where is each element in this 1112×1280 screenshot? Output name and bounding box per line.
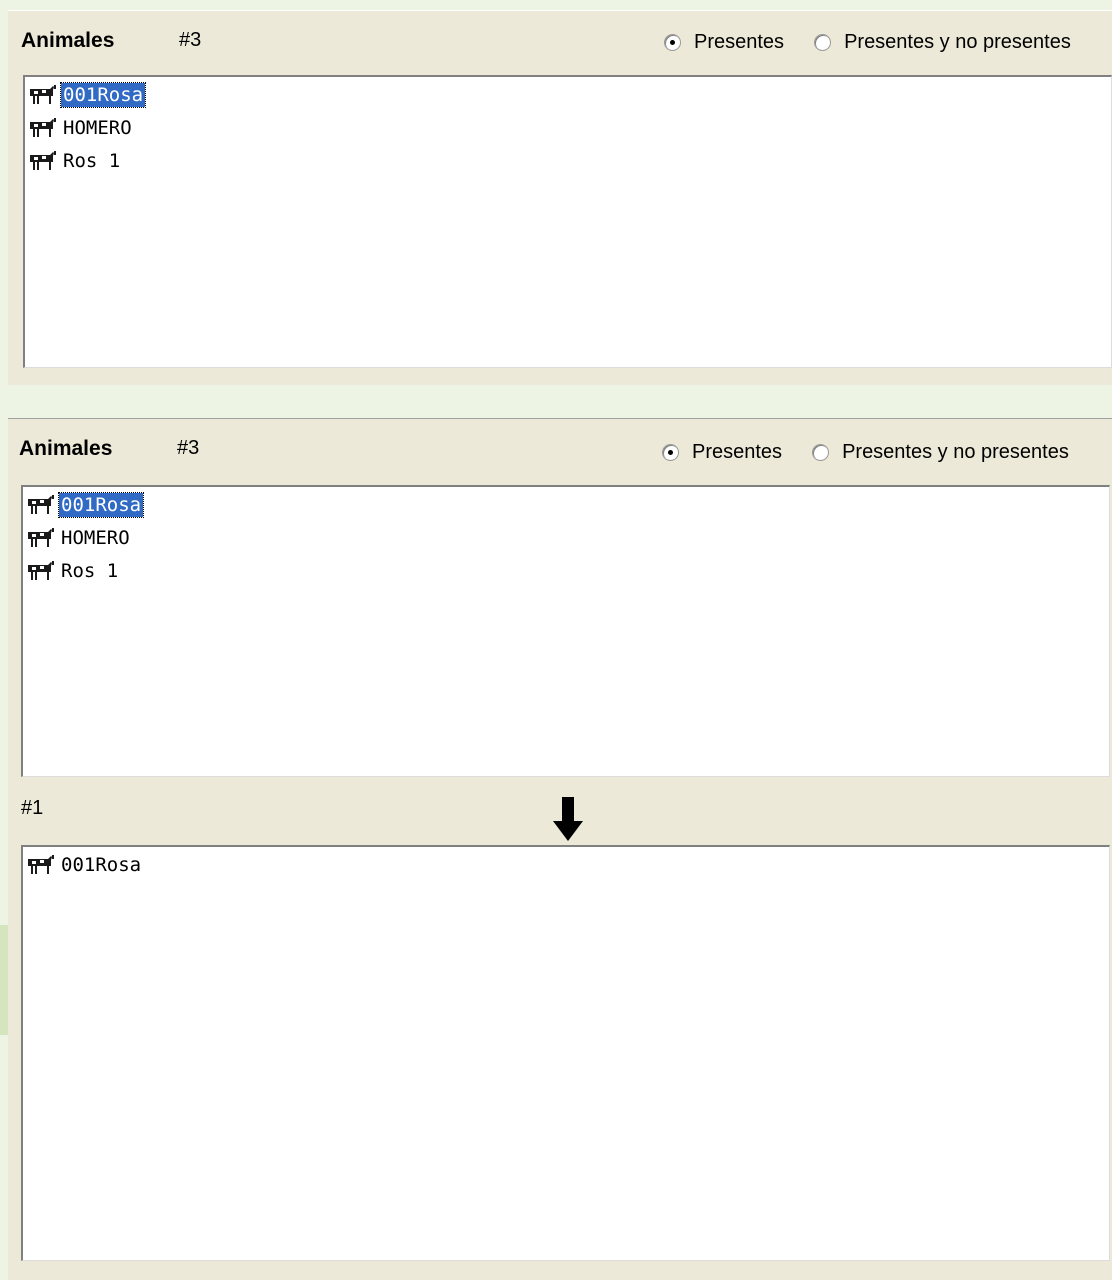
animals-panel-bottom: Animales #3 Presentes Presentes y no pre… bbox=[8, 418, 1112, 1280]
list-item-label: HOMERO bbox=[63, 117, 132, 139]
arrow-down-icon[interactable] bbox=[551, 797, 585, 843]
list-item[interactable]: 001Rosa bbox=[25, 851, 143, 879]
panel-title: Animales bbox=[21, 29, 115, 52]
cow-icon bbox=[30, 118, 56, 137]
animal-count: #3 bbox=[177, 437, 200, 459]
list-item-label: 001Rosa bbox=[57, 492, 145, 518]
radio-presentes-y-no-presentes-label[interactable]: Presentes y no presentes bbox=[842, 441, 1069, 464]
list-item-label: Ros 1 bbox=[61, 560, 119, 582]
presence-filter: Presentes Presentes y no presentes bbox=[664, 31, 1071, 54]
presence-filter: Presentes Presentes y no presentes bbox=[662, 441, 1069, 464]
list-item-label: HOMERO bbox=[61, 527, 130, 549]
list-item[interactable]: Ros 1 bbox=[27, 147, 122, 175]
animals-panel-top: Animales #3 Presentes Presentes y no pre… bbox=[8, 10, 1112, 385]
radio-presentes-y-no-presentes[interactable] bbox=[814, 34, 832, 51]
panel-title: Animales bbox=[19, 437, 113, 460]
animal-count: #3 bbox=[179, 29, 202, 51]
cow-icon bbox=[30, 151, 56, 170]
radio-presentes-label[interactable]: Presentes bbox=[692, 441, 782, 464]
radio-presentes-y-no-presentes[interactable] bbox=[812, 444, 830, 461]
animals-list[interactable]: 001Rosa HOMERO Ros 1 bbox=[21, 485, 1110, 777]
list-item[interactable]: 001Rosa bbox=[27, 81, 147, 109]
list-item-label: 001Rosa bbox=[59, 82, 147, 108]
radio-presentes[interactable] bbox=[662, 444, 679, 461]
cow-icon bbox=[30, 85, 56, 104]
radio-presentes[interactable] bbox=[664, 34, 681, 51]
cow-icon bbox=[28, 561, 54, 580]
list-item[interactable]: HOMERO bbox=[27, 114, 134, 142]
list-item-label: Ros 1 bbox=[63, 150, 121, 172]
radio-presentes-y-no-presentes-label[interactable]: Presentes y no presentes bbox=[844, 31, 1071, 54]
list-item-label: 001Rosa bbox=[61, 854, 142, 876]
list-item[interactable]: HOMERO bbox=[25, 524, 132, 552]
radio-presentes-label[interactable]: Presentes bbox=[694, 31, 784, 54]
result-list[interactable]: 001Rosa bbox=[21, 845, 1110, 1261]
list-item[interactable]: Ros 1 bbox=[25, 557, 120, 585]
cow-icon bbox=[28, 528, 54, 547]
list-item[interactable]: 001Rosa bbox=[25, 491, 145, 519]
cow-icon bbox=[28, 495, 54, 514]
animals-list[interactable]: 001Rosa HOMERO Ros 1 bbox=[23, 75, 1112, 368]
result-count: #1 bbox=[21, 797, 44, 819]
cow-icon bbox=[28, 855, 54, 874]
